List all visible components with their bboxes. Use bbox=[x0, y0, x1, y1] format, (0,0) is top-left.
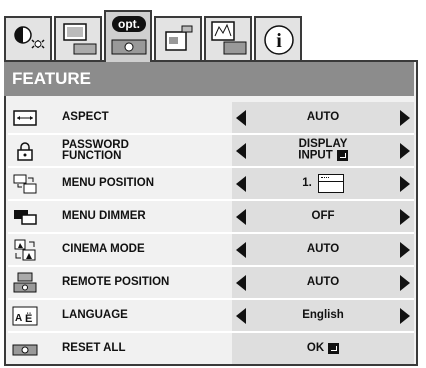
image-adjust-tab[interactable] bbox=[4, 16, 52, 60]
aspect-label: ASPECT bbox=[62, 111, 109, 123]
padlock-icon bbox=[17, 142, 33, 161]
language-label: LANGUAGE bbox=[62, 309, 128, 321]
password-function-label: PASSWORD FUNCTION bbox=[62, 138, 129, 162]
cinema-mode-value: AUTO bbox=[306, 243, 340, 255]
cinema-mode-icon bbox=[14, 239, 36, 261]
menu-row-aspect[interactable]: ASPECT AUTO bbox=[8, 102, 414, 133]
enter-icon bbox=[328, 343, 340, 354]
picture-tab[interactable] bbox=[54, 16, 102, 60]
left-arrow-icon[interactable] bbox=[236, 275, 246, 291]
password-function-value-selector[interactable]: DISPLAY INPUT bbox=[232, 135, 414, 166]
language-value: English bbox=[302, 309, 344, 321]
option-tab[interactable]: opt. bbox=[104, 10, 152, 62]
right-arrow-icon[interactable] bbox=[400, 143, 410, 159]
menu-title: FEATURE bbox=[4, 62, 414, 96]
left-arrow-icon[interactable] bbox=[236, 209, 246, 225]
opt-projector-icon: opt. bbox=[111, 16, 147, 55]
menu-dimmer-value: OFF bbox=[311, 210, 335, 222]
signal-tab[interactable] bbox=[204, 16, 252, 60]
password-function-value: DISPLAY INPUT bbox=[298, 138, 348, 162]
aspect-value: AUTO bbox=[306, 111, 340, 123]
menu-row-reset-all[interactable]: RESET ALL OK bbox=[8, 333, 414, 364]
aspect-value-selector[interactable]: AUTO bbox=[232, 102, 414, 133]
remote-position-value: AUTO bbox=[306, 276, 340, 288]
right-arrow-icon[interactable] bbox=[400, 275, 410, 291]
menu-position-value: 1. bbox=[256, 168, 390, 199]
reset-all-ok-button[interactable]: OK bbox=[232, 333, 414, 364]
remote-position-icon bbox=[13, 272, 37, 293]
menu-tab-bar: opt. i bbox=[4, 10, 418, 62]
right-arrow-icon[interactable] bbox=[400, 110, 410, 126]
contrast-sun-icon bbox=[14, 26, 45, 49]
info-label: i bbox=[276, 30, 282, 52]
remote-position-value-selector[interactable]: AUTO bbox=[232, 267, 414, 298]
remote-position-label: REMOTE POSITION bbox=[62, 276, 170, 288]
picture-monitor-icon bbox=[63, 23, 97, 55]
info-icon: i bbox=[264, 25, 294, 55]
menu-dimmer-icon bbox=[14, 210, 37, 225]
aspect-icon bbox=[13, 110, 37, 126]
right-arrow-icon[interactable] bbox=[400, 308, 410, 324]
opt-label: opt. bbox=[118, 17, 140, 31]
left-arrow-icon[interactable] bbox=[236, 176, 246, 192]
menu-position-icon bbox=[13, 174, 37, 194]
reset-all-icon bbox=[12, 344, 38, 356]
language-value-selector[interactable]: English bbox=[232, 300, 414, 331]
language-icon: A Ë bbox=[12, 306, 38, 326]
menu-row-language[interactable]: A Ë LANGUAGE English bbox=[8, 300, 414, 331]
reset-all-value: OK bbox=[232, 333, 414, 364]
menu-row-password-function[interactable]: PASSWORD FUNCTION DISPLAY INPUT bbox=[8, 135, 414, 166]
menu-row-remote-position[interactable]: REMOTE POSITION AUTO bbox=[8, 267, 414, 298]
right-arrow-icon[interactable] bbox=[400, 176, 410, 192]
cinema-mode-label: CINEMA MODE bbox=[62, 243, 145, 255]
installation-tab[interactable] bbox=[154, 16, 202, 60]
menu-dimmer-label: MENU DIMMER bbox=[62, 210, 146, 222]
right-arrow-icon[interactable] bbox=[400, 209, 410, 225]
menu-position-label: MENU POSITION bbox=[62, 177, 155, 189]
menu-dimmer-value-selector[interactable]: OFF bbox=[232, 201, 414, 232]
left-arrow-icon[interactable] bbox=[236, 242, 246, 258]
info-tab[interactable]: i bbox=[254, 16, 302, 60]
menu-row-menu-dimmer[interactable]: MENU DIMMER OFF bbox=[8, 201, 414, 232]
signal-screen-icon bbox=[211, 21, 247, 55]
left-arrow-icon[interactable] bbox=[236, 110, 246, 126]
svg-text:Ë: Ë bbox=[25, 312, 32, 325]
menu-position-value-selector[interactable]: 1. bbox=[232, 168, 414, 199]
left-arrow-icon[interactable] bbox=[236, 308, 246, 324]
enter-icon bbox=[336, 150, 348, 162]
cinema-mode-value-selector[interactable]: AUTO bbox=[232, 234, 414, 265]
svg-text:A: A bbox=[15, 313, 22, 324]
menu-row-cinema-mode[interactable]: CINEMA MODE AUTO bbox=[8, 234, 414, 265]
menu-row-menu-position[interactable]: MENU POSITION 1. bbox=[8, 168, 414, 199]
screen-position-icon bbox=[317, 174, 344, 193]
right-arrow-icon[interactable] bbox=[400, 242, 410, 258]
left-arrow-icon[interactable] bbox=[236, 143, 246, 159]
reset-all-label: RESET ALL bbox=[62, 342, 126, 354]
install-icon bbox=[165, 25, 193, 51]
